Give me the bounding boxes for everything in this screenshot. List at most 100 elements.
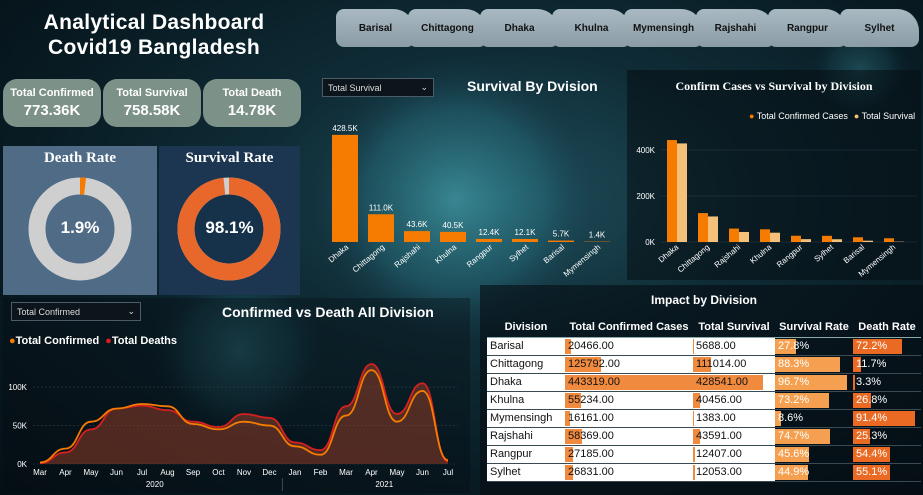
cell-text: Rajshahi <box>490 430 533 442</box>
table-cell-survival-rate: 44.9% <box>775 463 853 482</box>
table-row[interactable]: Rajshahi 58369.00 43591.00 74.7% 25.3% <box>487 427 921 446</box>
tab-sylhet[interactable]: Sylhet <box>840 9 919 47</box>
tab-rajshahi[interactable]: Rajshahi <box>696 9 775 47</box>
table-cell-division: Sylhet <box>487 463 565 482</box>
bar <box>332 134 358 242</box>
column-header[interactable]: Total Confirmed Cases <box>565 317 693 338</box>
table-cell-death-rate: 72.2% <box>853 337 921 356</box>
cell-text: 73.2% <box>778 394 810 406</box>
cell-text: 43591.00 <box>696 430 742 442</box>
table-cell-death-rate: 3.3% <box>853 373 921 392</box>
cell-text: 8.6% <box>778 412 804 424</box>
tick-label: Chittagong <box>351 243 386 275</box>
bar-survival <box>863 240 873 242</box>
x-tick-label: Apr <box>365 468 378 477</box>
tick-label: Rangpur <box>465 242 495 269</box>
x-tick-label: Jan <box>289 468 302 477</box>
table-row[interactable]: Rangpur 27185.00 12407.00 45.6% 54.4% <box>487 445 921 464</box>
column-header[interactable]: Survival Rate <box>775 317 853 338</box>
kpi-total-death: Total Death 14.78K <box>203 79 301 127</box>
cell-text: 16161.00 <box>568 412 614 424</box>
tick-label: Dhaka <box>657 242 681 264</box>
tab-mymensingh[interactable]: Mymensingh <box>624 9 703 47</box>
tab-rangpur[interactable]: Rangpur <box>768 9 847 47</box>
cell-text: 96.7% <box>778 376 810 388</box>
x-tick-label: Jul <box>443 468 453 477</box>
bar-survival <box>677 143 687 242</box>
table-row[interactable]: Khulna 55234.00 40456.00 73.2% 26.8% <box>487 391 921 410</box>
kpi-value: 758.58K <box>123 102 181 119</box>
table-cell-survival-rate: 74.7% <box>775 427 853 446</box>
table-row[interactable]: Dhaka 443319.00 428541.00 96.7% 3.3% <box>487 373 921 392</box>
bar-survival <box>739 231 749 242</box>
tab-khulna[interactable]: Khulna <box>552 9 631 47</box>
confirm-survival-bar-chart: 0K 200K 400K DhakaChittagong Rajshahi Khulna R… <box>636 140 917 279</box>
table-cell-survival: 12053.00 <box>693 463 775 482</box>
cell-data-bar <box>693 464 695 480</box>
column-header[interactable]: Total Survival <box>693 317 775 338</box>
table-cell-survival: 12407.00 <box>693 445 775 464</box>
table-cell-division: Chittagong <box>487 355 565 374</box>
table-cell-confirmed: 16161.00 <box>565 409 693 428</box>
survival-rate-value: 98.1% <box>205 218 254 237</box>
table-cell-survival-rate: 27.8% <box>775 337 853 356</box>
column-header[interactable]: Death Rate <box>853 317 921 338</box>
tick-label: Dhaka <box>327 242 351 264</box>
death-rate-card: Death Rate 1.9% <box>3 146 157 295</box>
table-cell-survival: 40456.00 <box>693 391 775 410</box>
tab-barisal[interactable]: Barisal <box>336 9 415 47</box>
bar-survival <box>770 232 780 242</box>
tick-label: Rajshahi <box>713 243 743 270</box>
bar-confirmed <box>760 229 770 242</box>
year-label: 2020 <box>146 480 164 489</box>
cell-text: 91.4% <box>856 412 888 424</box>
cell-text: 26831.00 <box>568 466 614 478</box>
cell-text: 40456.00 <box>696 394 742 406</box>
x-tick-label: Dec <box>262 468 276 477</box>
table-cell-survival: 428541.00 <box>693 373 775 392</box>
table-cell-confirmed: 55234.00 <box>565 391 693 410</box>
tab-dhaka[interactable]: Dhaka <box>480 9 559 47</box>
cell-text: Barisal <box>490 340 524 352</box>
y-tick-label: 100K <box>8 383 27 392</box>
table-cell-death-rate: 26.8% <box>853 391 921 410</box>
bar-confirmed <box>853 237 863 242</box>
table-row[interactable]: Sylhet 26831.00 12053.00 44.9% 55.1% <box>487 463 921 482</box>
y-tick-label: 50K <box>13 422 28 431</box>
table-cell-division: Barisal <box>487 337 565 356</box>
table-cell-confirmed: 125792.00 <box>565 355 693 374</box>
table-cell-death-rate: 55.1% <box>853 463 921 482</box>
table-cell-confirmed: 443319.00 <box>565 373 693 392</box>
impact-table: Division Total Confirmed Cases Total Sur… <box>487 317 921 482</box>
table-row[interactable]: Chittagong 125792.00 111014.00 88.3% 11.7% <box>487 355 921 374</box>
table-cell-survival-rate: 73.2% <box>775 391 853 410</box>
confirm-vs-survival-panel: Confirm Cases vs Survival by Division ● … <box>627 70 921 280</box>
cell-text: 1383.00 <box>696 412 736 424</box>
y-tick-label: 0K <box>645 238 655 247</box>
bar-confirmed <box>698 213 708 242</box>
column-header[interactable]: Division <box>487 317 565 338</box>
cell-text: 26.8% <box>856 394 888 406</box>
x-tick-label: Nov <box>237 468 251 477</box>
data-label: 428.5K <box>332 124 358 133</box>
cell-text: Sylhet <box>490 466 521 478</box>
x-tick-label: Apr <box>59 468 72 477</box>
tick-label: Khulna <box>748 242 773 265</box>
bar-confirmed <box>729 228 739 242</box>
x-tick-label: May <box>83 468 98 477</box>
cell-text: 58369.00 <box>568 430 614 442</box>
cell-text: 25.3% <box>856 430 888 442</box>
impact-table-title: Impact by Division <box>650 293 758 307</box>
table-cell-survival: 111014.00 <box>693 355 775 374</box>
data-label: 12.1K <box>515 228 537 237</box>
data-label: 111.0K <box>369 203 394 212</box>
table-header-row: Division Total Confirmed Cases Total Sur… <box>487 317 921 338</box>
cell-text: 12407.00 <box>696 448 742 460</box>
survival-rate-card: Survival Rate 98.1% <box>159 146 300 295</box>
tab-chittagong[interactable]: Chittagong <box>408 9 487 47</box>
table-row[interactable]: Barisal 20466.00 5688.00 27.8% 72.2% <box>487 337 921 356</box>
table-cell-survival-rate: 8.6% <box>775 409 853 428</box>
table-row[interactable]: Mymensingh 16161.00 1383.00 8.6% 91.4% <box>487 409 921 428</box>
cell-data-bar <box>853 374 856 390</box>
kpi-label: Total Survival <box>116 87 188 99</box>
